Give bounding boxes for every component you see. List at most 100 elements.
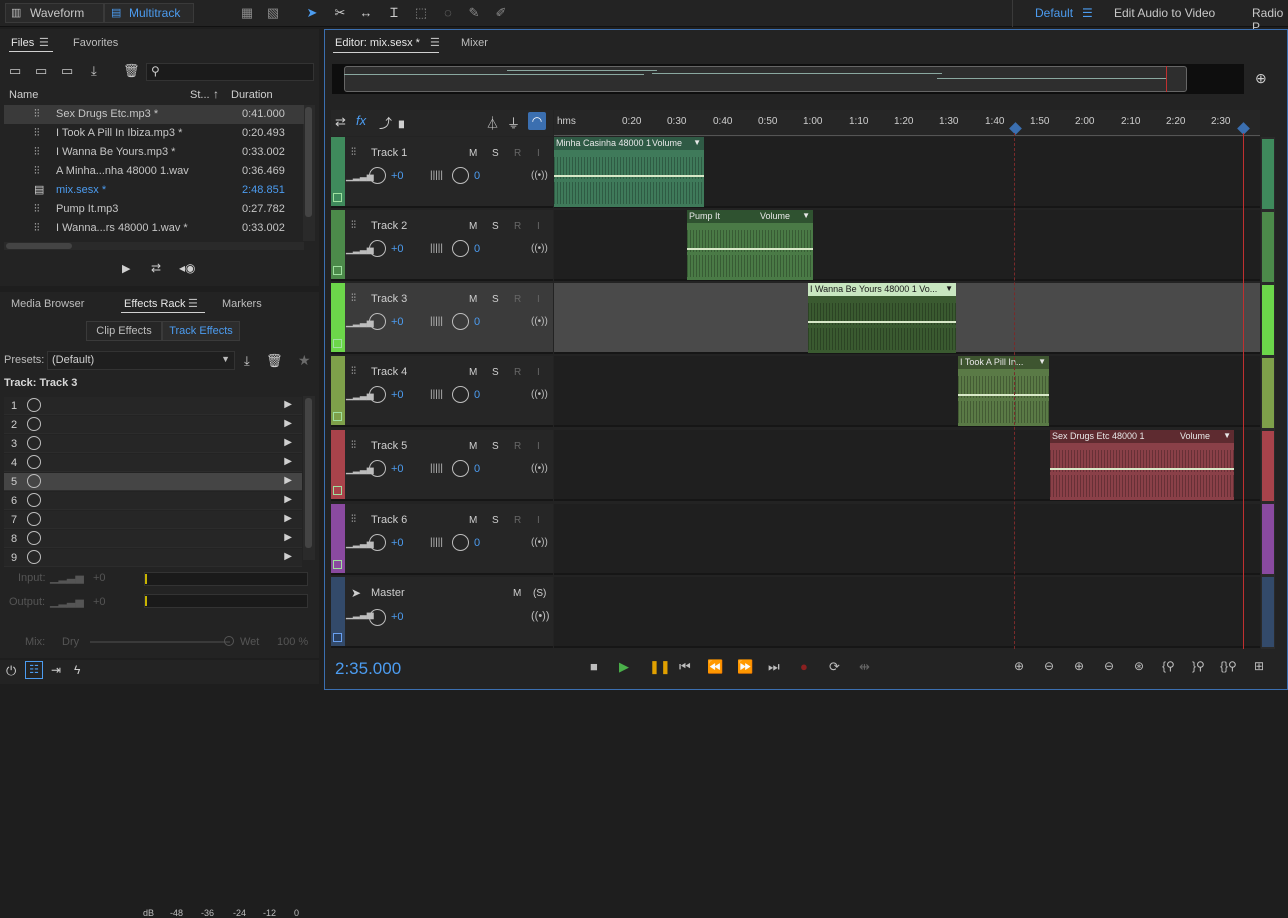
- track-header[interactable]: ⫶⫶ Track 6 M S R I ▁▂▃▅ +0 ||||| 0 ((•)): [331, 504, 553, 575]
- brush-tool-icon[interactable]: ✎: [466, 5, 482, 21]
- spot-heal-tool-icon[interactable]: ✐: [493, 5, 509, 21]
- pan-value[interactable]: 0: [474, 389, 480, 401]
- fx-slot[interactable]: 3 ▶: [4, 435, 302, 453]
- audio-clip[interactable]: I Wanna Be Yours 48000 1 Vo... ▼: [808, 283, 956, 353]
- output-icon[interactable]: ((•)): [531, 243, 548, 254]
- track-lane[interactable]: [554, 356, 1260, 427]
- razor-tool-icon[interactable]: ✂: [332, 5, 348, 21]
- volume-envelope[interactable]: [808, 321, 956, 323]
- monitor-input-button[interactable]: I: [537, 441, 540, 452]
- volume-knob[interactable]: [369, 313, 386, 330]
- volume-value[interactable]: +0: [391, 243, 404, 255]
- pan-value[interactable]: 0: [474, 537, 480, 549]
- zoom-out-point-icon[interactable]: }⚲: [1192, 659, 1205, 673]
- session-overview[interactable]: [332, 64, 1244, 94]
- apply-icon[interactable]: ϟ: [74, 663, 80, 677]
- files-search-input[interactable]: ⚲: [146, 63, 314, 81]
- record-arm-button[interactable]: R: [514, 367, 521, 378]
- output-icon[interactable]: ((•)): [531, 389, 548, 400]
- open-folder-icon[interactable]: ▭: [9, 63, 21, 79]
- audio-clip[interactable]: Sex Drugs Etc 48000 1 Volume ▼: [1050, 430, 1234, 500]
- power-icon[interactable]: [27, 493, 41, 507]
- solo-button[interactable]: S: [492, 148, 499, 159]
- chevron-down-icon[interactable]: ▼: [693, 138, 701, 147]
- zoom-selection-icon[interactable]: {}⚲: [1220, 659, 1237, 673]
- power-icon[interactable]: [27, 531, 41, 545]
- track-lane[interactable]: [554, 504, 1260, 575]
- track-name[interactable]: Track 4: [371, 366, 407, 378]
- new-file-icon[interactable]: ▭: [61, 63, 73, 79]
- output-icon[interactable]: ((•)): [531, 463, 548, 474]
- track-scrollbar[interactable]: [1261, 137, 1275, 649]
- tab-favorites[interactable]: Favorites: [73, 37, 118, 49]
- power-icon[interactable]: ⏻: [6, 663, 16, 679]
- volume-knob[interactable]: [369, 460, 386, 477]
- track-header[interactable]: ⫶⫶ Track 1 M S R I ▁▂▃▅ +0 ||||| 0 ((•)): [331, 137, 553, 208]
- pan-value[interactable]: 0: [474, 170, 480, 182]
- solo-button[interactable]: S: [492, 294, 499, 305]
- volume-value[interactable]: +0: [391, 316, 404, 328]
- zoom-out-time-icon[interactable]: ⊖: [1104, 659, 1114, 673]
- waveform-mode-button[interactable]: ▥ Waveform: [5, 3, 104, 23]
- volume-knob[interactable]: [369, 167, 386, 184]
- fx-slot[interactable]: 9 ▶: [4, 549, 302, 567]
- col-name[interactable]: Name: [9, 89, 38, 101]
- solo-button[interactable]: S: [492, 441, 499, 452]
- master-lane[interactable]: [554, 577, 1260, 648]
- file-row[interactable]: ▤ mix.sesx * 2:48.851: [4, 181, 304, 200]
- wet-value[interactable]: 100 %: [277, 636, 308, 648]
- pan-value[interactable]: 0: [474, 316, 480, 328]
- mix-slider-handle[interactable]: [224, 636, 234, 646]
- chevron-right-icon[interactable]: ▶: [284, 532, 292, 543]
- auto-play-icon[interactable]: ◂◉: [179, 261, 196, 275]
- multitrack-mode-button[interactable]: ▤ Multitrack: [104, 3, 194, 23]
- monitor-input-button[interactable]: I: [537, 294, 540, 305]
- mute-button[interactable]: M: [469, 367, 477, 378]
- chevron-right-icon[interactable]: ▶: [284, 437, 292, 448]
- rewind-icon[interactable]: ⏪: [707, 659, 723, 675]
- tab-effects-rack[interactable]: Effects Rack: [124, 298, 186, 310]
- volume-knob[interactable]: [369, 386, 386, 403]
- pan-knob[interactable]: [452, 534, 469, 551]
- preview-play-icon[interactable]: ▶: [122, 262, 130, 275]
- time-display[interactable]: 2:35.000: [335, 659, 401, 679]
- delete-preset-icon[interactable]: 🗑: [266, 353, 283, 369]
- play-icon[interactable]: ▶: [619, 659, 629, 675]
- mute-button[interactable]: M: [513, 588, 521, 599]
- monitor-input-button[interactable]: I: [537, 148, 540, 159]
- clip-volume-label[interactable]: Volume: [1180, 431, 1210, 441]
- fx-slot[interactable]: 7 ▶: [4, 511, 302, 529]
- track-name[interactable]: Track 3: [371, 293, 407, 305]
- effects-icon[interactable]: fx: [356, 113, 366, 128]
- col-status[interactable]: St...: [190, 89, 210, 101]
- volume-value[interactable]: +0: [391, 170, 404, 182]
- import-icon[interactable]: ▭: [35, 63, 47, 79]
- volume-value[interactable]: +0: [391, 611, 404, 623]
- col-duration[interactable]: Duration: [231, 89, 273, 101]
- fx-slot[interactable]: 6 ▶: [4, 492, 302, 510]
- audio-clip[interactable]: I Took A Pill In... ▼: [958, 356, 1049, 426]
- pan-knob[interactable]: [452, 313, 469, 330]
- go-to-start-icon[interactable]: ⏮: [679, 659, 691, 675]
- zoom-in-time-icon[interactable]: ⊕: [1074, 659, 1084, 673]
- track-effects-tab[interactable]: Track Effects: [162, 321, 240, 341]
- chevron-right-icon[interactable]: ▶: [284, 418, 292, 429]
- pan-knob[interactable]: [452, 167, 469, 184]
- files-scrollbar[interactable]: [303, 105, 315, 241]
- pan-value[interactable]: 0: [474, 243, 480, 255]
- monitor-input-button[interactable]: I: [537, 221, 540, 232]
- chevron-right-icon[interactable]: ▶: [284, 551, 292, 562]
- hscrollbar-thumb[interactable]: [6, 243, 72, 249]
- workspace-menu-icon[interactable]: ☰: [1082, 6, 1093, 20]
- volume-knob[interactable]: [369, 240, 386, 257]
- chevron-right-icon[interactable]: ▶: [284, 399, 292, 410]
- input-value[interactable]: +0: [93, 572, 106, 584]
- file-row[interactable]: ⫶⫶ Sex Drugs Etc.mp3 * 0:41.000: [4, 105, 304, 124]
- stop-icon[interactable]: ■: [590, 659, 598, 674]
- fx-slot[interactable]: 1 ▶: [4, 397, 302, 415]
- pan-value[interactable]: 0: [474, 463, 480, 475]
- output-icon[interactable]: ((•)): [531, 316, 548, 327]
- output-value[interactable]: +0: [93, 596, 106, 608]
- inputs-outputs-icon[interactable]: ⇄: [335, 114, 346, 130]
- solo-button[interactable]: S: [492, 367, 499, 378]
